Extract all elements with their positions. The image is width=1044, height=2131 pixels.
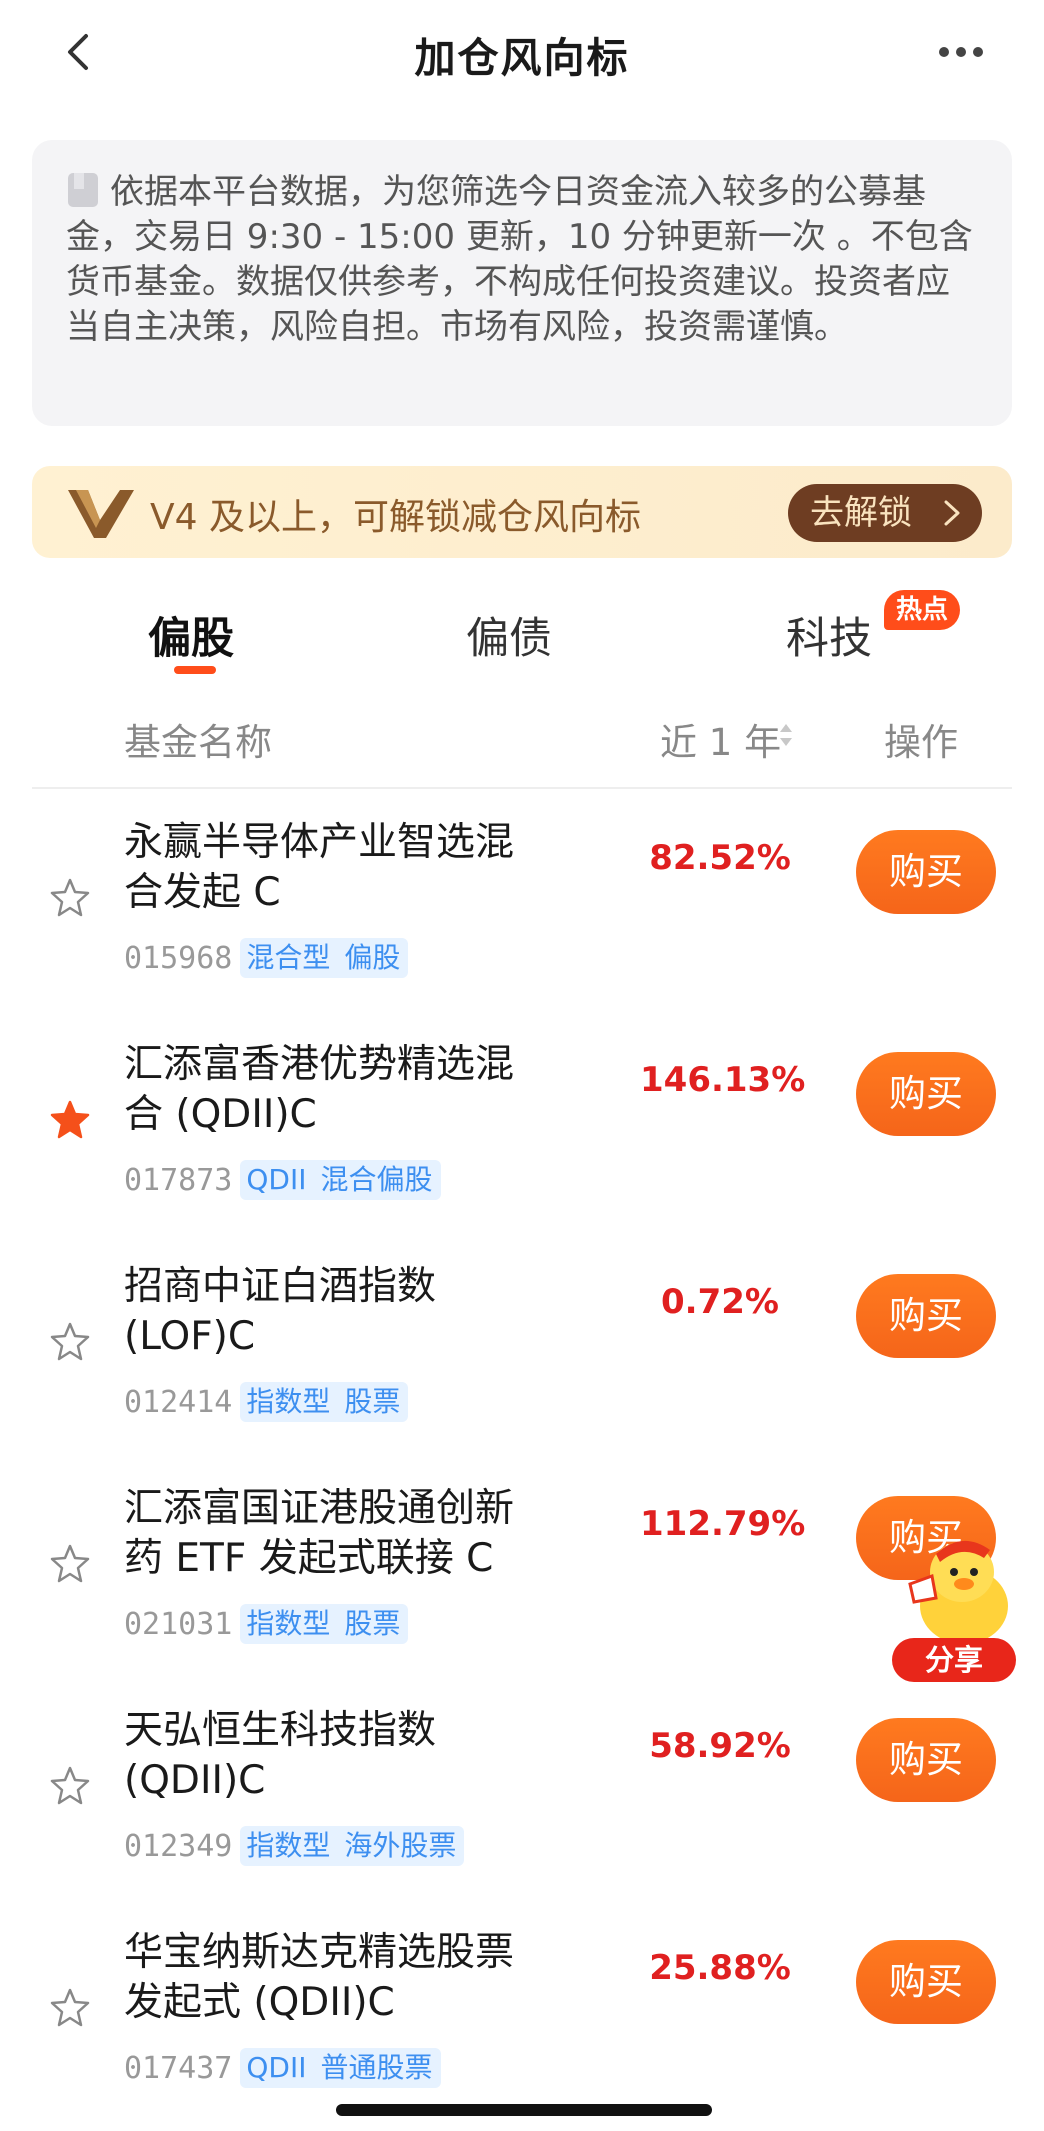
- star-filled-icon[interactable]: [50, 1100, 90, 1140]
- share-widget[interactable]: 分享: [888, 1528, 1018, 1688]
- fund-tags: QDII 普通股票: [240, 2048, 441, 2088]
- fund-meta: 012414 指数型 股票: [124, 1382, 409, 1422]
- fund-name-line: 华宝纳斯达克精选股票: [124, 1930, 515, 1975]
- fund-tag: 混合型: [246, 941, 331, 974]
- fund-tags: 指数型 股票: [240, 1604, 409, 1644]
- column-header-action: 操作: [884, 721, 958, 764]
- hot-badge: 热点: [884, 590, 961, 630]
- active-tab-indicator: [174, 666, 216, 674]
- fund-tags: 混合型 偏股: [240, 938, 409, 978]
- star-outline-icon[interactable]: [50, 878, 90, 918]
- fund-name-line: 汇添富国证港股通创新: [124, 1486, 515, 1531]
- fund-name-line: 天弘恒生科技指数: [124, 1708, 437, 1753]
- fund-meta: 021031 指数型 股票: [124, 1604, 409, 1644]
- fund-name-line: 合 (QDII)C: [124, 1092, 317, 1137]
- unlock-button[interactable]: 去解锁: [788, 484, 982, 542]
- buy-button[interactable]: 购买: [856, 1718, 996, 1802]
- star-outline-icon[interactable]: [50, 1988, 90, 2028]
- star-outline-icon[interactable]: [50, 1766, 90, 1806]
- buy-button[interactable]: 购买: [856, 1274, 996, 1358]
- fund-name[interactable]: 汇添富国证港股通创新药 ETF 发起式联接 C: [124, 1484, 564, 1584]
- fund-tag: 偏股: [344, 941, 401, 974]
- fund-row[interactable]: 天弘恒生科技指数 (QDII)C 012349 指数型 海外股票 58.92% 购买: [0, 1688, 1044, 1910]
- fund-row[interactable]: 招商中证白酒指数 (LOF)C 012414 指数型 股票 0.72% 购买: [0, 1244, 1044, 1466]
- fund-1y-return: 112.79%: [640, 1504, 806, 1544]
- sort-icon[interactable]: [778, 722, 794, 748]
- fund-tag: 普通股票: [320, 2051, 433, 2084]
- unlock-button-label: 去解锁: [810, 493, 912, 533]
- disclaimer-notice: 依据本平台数据，为您筛选今日资金流入较多的公募基金，交易日 9:30 - 15:…: [32, 140, 1012, 426]
- fund-tag: 混合偏股: [320, 1163, 433, 1196]
- fund-code: 015968: [124, 940, 233, 976]
- fund-name-line: (QDII)C: [124, 1758, 266, 1803]
- fund-name-line: 合发起 C: [124, 870, 281, 915]
- fund-name[interactable]: 招商中证白酒指数 (LOF)C: [124, 1262, 564, 1362]
- fund-code: 012349: [124, 1828, 233, 1864]
- fund-meta: 017437 QDII 普通股票: [124, 2048, 441, 2088]
- fund-1y-return: 82.52%: [649, 838, 791, 878]
- share-label: 分享: [892, 1638, 1016, 1682]
- fund-name-line: (LOF)C: [124, 1314, 256, 1359]
- fund-name[interactable]: 永赢半导体产业智选混 合发起 C: [124, 818, 564, 918]
- fund-tag: QDII: [246, 1163, 307, 1196]
- fund-name-line: 药 ETF 发起式联接 C: [124, 1536, 494, 1581]
- fund-tag: 指数型: [246, 1607, 331, 1640]
- fund-meta: 015968 混合型 偏股: [124, 938, 409, 978]
- page-title: 加仓风向标: [414, 34, 630, 82]
- buy-button[interactable]: 购买: [856, 830, 996, 914]
- fund-meta: 012349 指数型 海外股票: [124, 1826, 465, 1866]
- category-tabs: 偏股 偏债 科技 热点: [0, 590, 1044, 680]
- column-header-name: 基金名称: [124, 721, 272, 764]
- fund-name[interactable]: 华宝纳斯达克精选股票 发起式 (QDII)C: [124, 1928, 564, 2028]
- fund-code: 021031: [124, 1606, 233, 1642]
- fund-code: 017873: [124, 1162, 233, 1198]
- fund-name-line: 发起式 (QDII)C: [124, 1980, 395, 2025]
- table-header: 基金名称 近 1 年 操作: [0, 700, 1044, 790]
- buy-button[interactable]: 购买: [856, 1052, 996, 1136]
- fund-tag: 海外股票: [344, 1829, 457, 1862]
- fund-tag: 股票: [344, 1385, 401, 1418]
- fund-code: 017437: [124, 2050, 233, 2086]
- buy-button[interactable]: 购买: [856, 1940, 996, 2024]
- chevron-right-icon: [944, 500, 960, 526]
- fund-1y-return: 0.72%: [661, 1282, 779, 1322]
- fund-tags: 指数型 股票: [240, 1382, 409, 1422]
- home-indicator: [336, 2104, 712, 2116]
- fund-name[interactable]: 汇添富香港优势精选混合 (QDII)C: [124, 1040, 564, 1140]
- fund-row[interactable]: 华宝纳斯达克精选股票 发起式 (QDII)C 017437 QDII 普通股票 25.88…: [0, 1910, 1044, 2131]
- fund-name-line: 汇添富香港优势精选混: [124, 1042, 515, 1087]
- fund-code: 012414: [124, 1384, 233, 1420]
- duck-mascot-icon: [908, 1540, 1008, 1644]
- star-outline-icon[interactable]: [50, 1322, 90, 1362]
- fund-meta: 017873 QDII 混合偏股: [124, 1160, 441, 1200]
- fund-tag: 股票: [344, 1607, 401, 1640]
- disclaimer-text: 依据本平台数据，为您筛选今日资金流入较多的公募基金，交易日 9:30 - 15:…: [66, 172, 973, 347]
- fund-tag: 指数型: [246, 1829, 331, 1862]
- fund-name[interactable]: 天弘恒生科技指数 (QDII)C: [124, 1706, 564, 1806]
- v-logo-icon: [68, 490, 134, 538]
- star-outline-icon[interactable]: [50, 1544, 90, 1584]
- nav-bar: 加仓风向标: [0, 0, 1044, 104]
- fund-name-line: 永赢半导体产业智选混: [124, 820, 515, 865]
- fund-name-line: 招商中证白酒指数: [124, 1264, 437, 1309]
- tab-stock[interactable]: 偏股: [148, 604, 234, 666]
- fund-tags: QDII 混合偏股: [240, 1160, 441, 1200]
- more-options-icon[interactable]: [936, 34, 986, 70]
- fund-tag: 指数型: [246, 1385, 331, 1418]
- column-header-1y-return[interactable]: 近 1 年: [660, 712, 781, 766]
- divider: [32, 787, 1012, 789]
- fund-row[interactable]: 汇添富香港优势精选混合 (QDII)C 017873 QDII 混合偏股 146.13%…: [0, 1022, 1044, 1244]
- document-icon: [68, 173, 98, 207]
- tab-bond[interactable]: 偏债: [466, 604, 552, 666]
- fund-row[interactable]: 永赢半导体产业智选混 合发起 C 015968 混合型 偏股 82.52% 购买: [0, 800, 1044, 1022]
- fund-1y-return: 58.92%: [649, 1726, 791, 1766]
- vip-banner-text: V4 及以上，可解锁减仓风向标: [150, 497, 641, 538]
- fund-1y-return: 146.13%: [640, 1060, 806, 1100]
- vip-unlock-banner[interactable]: V4 及以上，可解锁减仓风向标 去解锁: [32, 466, 1012, 558]
- fund-1y-return: 25.88%: [649, 1948, 791, 1988]
- fund-tag: QDII: [246, 2051, 307, 2084]
- tab-tech[interactable]: 科技: [786, 604, 872, 666]
- fund-tags: 指数型 海外股票: [240, 1826, 465, 1866]
